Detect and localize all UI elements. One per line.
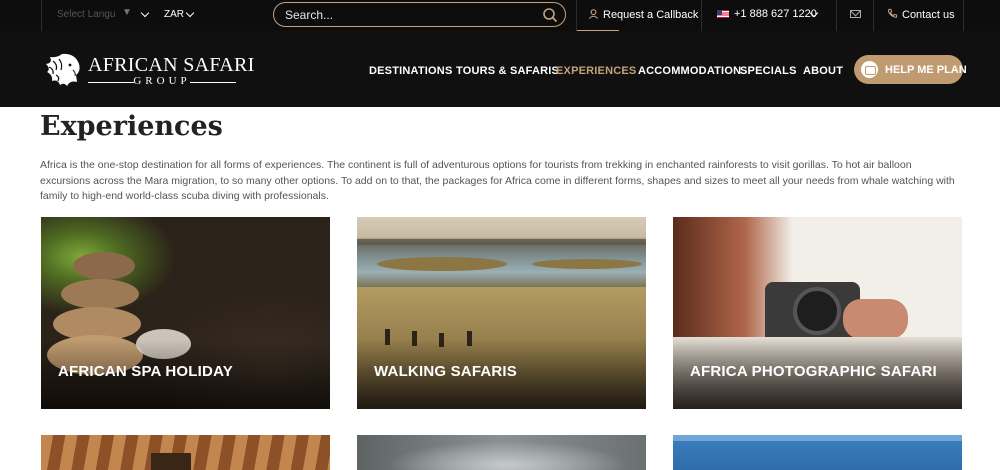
search-icon[interactable] bbox=[542, 7, 558, 23]
experience-card-spa[interactable]: AFRICAN SPA HOLIDAY bbox=[41, 217, 330, 409]
card-image bbox=[673, 435, 962, 441]
nav-about[interactable]: ABOUT bbox=[803, 65, 843, 77]
card-image-detail bbox=[151, 453, 191, 470]
us-flag-icon bbox=[717, 10, 729, 19]
main-navigation: AFRICAN SAFARI GROUP DESTINATIONS TOURS … bbox=[0, 31, 1000, 107]
divider bbox=[963, 0, 964, 31]
divider bbox=[41, 0, 42, 31]
grass-island bbox=[377, 257, 507, 271]
language-dropdown-icon[interactable]: ▼ bbox=[122, 7, 132, 18]
help-me-plan-button[interactable]: HELP ME PLAN bbox=[854, 55, 967, 84]
nav-experiences[interactable]: EXPERIENCES bbox=[556, 65, 636, 77]
stone bbox=[61, 279, 139, 309]
experience-card[interactable] bbox=[357, 435, 646, 470]
experience-card[interactable] bbox=[673, 435, 962, 470]
logo-subtitle: GROUP bbox=[133, 75, 191, 87]
phone-icon bbox=[887, 8, 898, 18]
experience-card[interactable] bbox=[41, 435, 330, 470]
logo-rule bbox=[190, 82, 236, 83]
site-logo[interactable]: AFRICAN SAFARI GROUP bbox=[40, 51, 254, 91]
nav-destinations[interactable]: DESTINATIONS bbox=[369, 65, 452, 77]
contact-label: Contact us bbox=[902, 9, 955, 21]
hills bbox=[357, 239, 646, 245]
currency-select[interactable]: ZAR bbox=[164, 9, 184, 20]
mail-icon[interactable] bbox=[850, 10, 861, 18]
search-input[interactable] bbox=[285, 7, 535, 23]
contact-us-link[interactable]: Contact us bbox=[887, 8, 955, 21]
nav-tours-safaris[interactable]: TOURS & SAFARIS bbox=[456, 65, 559, 77]
nav-accommodation[interactable]: ACCOMMODATION bbox=[638, 65, 741, 77]
top-utility-bar: Select Langu ▼ ZAR Request a Callback +1… bbox=[0, 0, 1000, 32]
request-callback-link[interactable]: Request a Callback bbox=[588, 8, 698, 21]
stone bbox=[73, 252, 135, 280]
logo-title: AFRICAN SAFARI bbox=[88, 54, 255, 76]
grass-island bbox=[532, 259, 642, 269]
hand bbox=[843, 299, 908, 339]
callback-icon bbox=[588, 9, 599, 19]
phone-number: +1 888 627 1220 bbox=[734, 8, 817, 20]
nav-specials[interactable]: SPECIALS bbox=[740, 65, 797, 77]
chevron-down-icon[interactable] bbox=[140, 8, 150, 18]
card-image bbox=[357, 435, 646, 470]
divider bbox=[576, 0, 577, 31]
search-box bbox=[273, 2, 566, 27]
phone-selector[interactable]: +1 888 627 1220 bbox=[717, 8, 817, 20]
callback-label: Request a Callback bbox=[603, 9, 699, 21]
help-me-plan-label: HELP ME PLAN bbox=[885, 64, 967, 76]
calendar-icon bbox=[861, 61, 878, 78]
card-title: AFRICAN SPA HOLIDAY bbox=[58, 363, 233, 380]
lion-logo-icon bbox=[46, 53, 80, 86]
experience-card-walking[interactable]: WALKING SAFARIS bbox=[357, 217, 646, 409]
camera-lens bbox=[793, 287, 841, 335]
experience-card-photographic[interactable]: AFRICA PHOTOGRAPHIC SAFARI bbox=[673, 217, 962, 409]
chevron-down-icon[interactable] bbox=[185, 8, 195, 18]
divider bbox=[873, 0, 874, 31]
card-title: WALKING SAFARIS bbox=[374, 363, 518, 380]
intro-paragraph: Africa is the one-stop destination for a… bbox=[40, 159, 955, 202]
divider bbox=[701, 0, 702, 31]
page-title: Experiences bbox=[40, 111, 223, 142]
divider bbox=[836, 0, 837, 31]
card-title: AFRICA PHOTOGRAPHIC SAFARI bbox=[690, 363, 937, 380]
language-select[interactable]: Select Langu bbox=[57, 9, 115, 20]
